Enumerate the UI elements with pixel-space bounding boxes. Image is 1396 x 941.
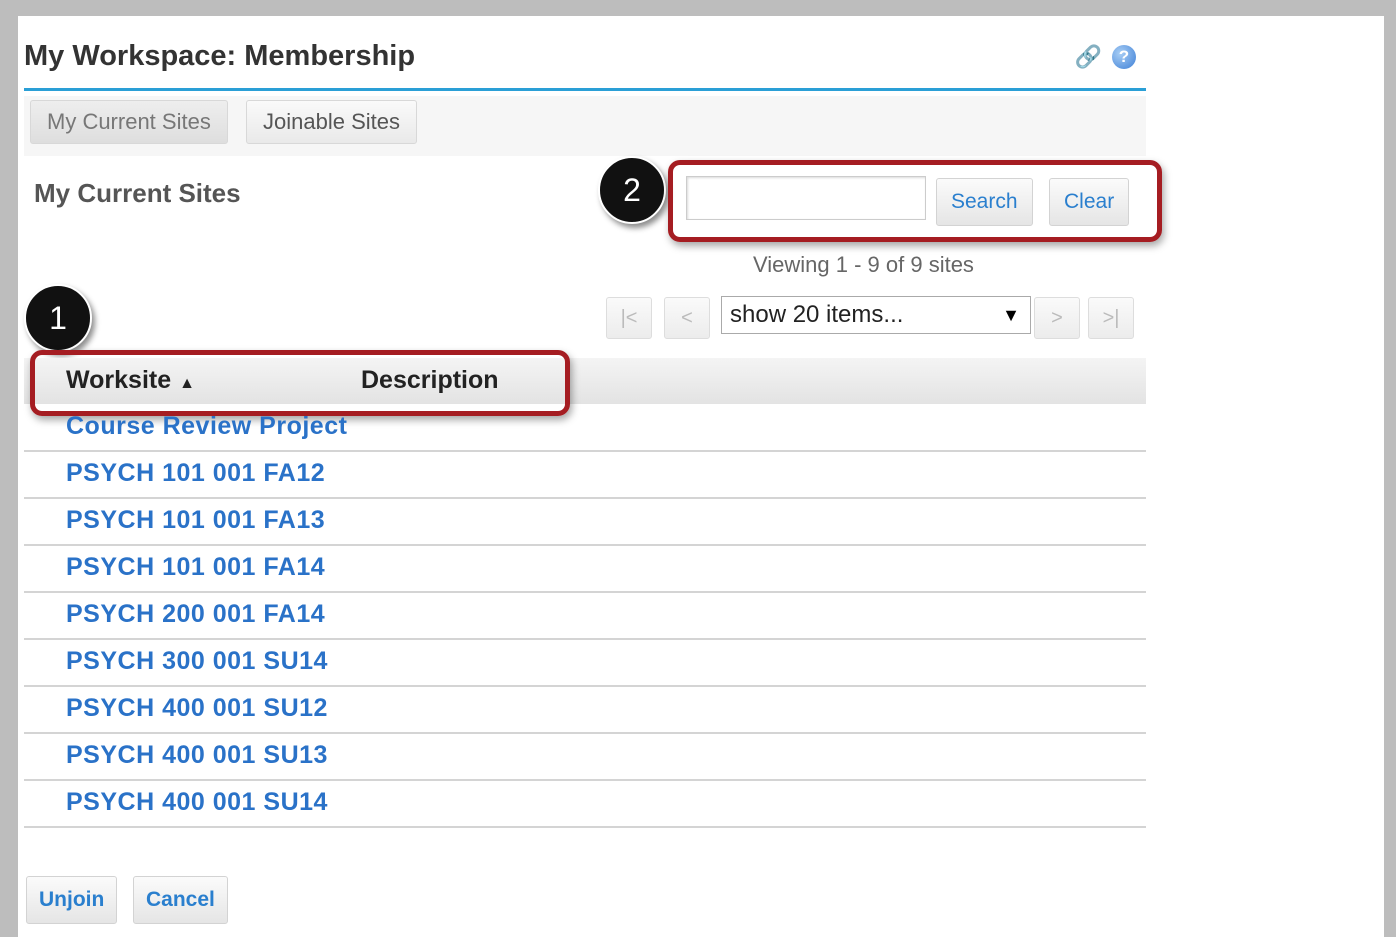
worksite-link[interactable]: PSYCH 400 001 SU14 — [66, 788, 328, 817]
table-row: PSYCH 101 001 FA14 — [24, 545, 1146, 593]
table-row: PSYCH 300 001 SU14 — [24, 639, 1146, 687]
tab-joinable-sites[interactable]: Joinable Sites — [246, 100, 417, 144]
table-row: PSYCH 400 001 SU13 — [24, 733, 1146, 781]
last-page-button[interactable]: >| — [1088, 297, 1134, 339]
table-row: PSYCH 400 001 SU14 — [24, 780, 1146, 828]
worksite-link[interactable]: PSYCH 101 001 FA14 — [66, 553, 325, 582]
title-icons: 🔗 ? — [1075, 44, 1136, 70]
section-title: My Current Sites — [34, 178, 241, 208]
page-size-value: show 20 items... — [730, 301, 904, 328]
membership-panel: My Workspace: Membership 🔗 ? My Current … — [18, 16, 1384, 941]
table-row: PSYCH 400 001 SU12 — [24, 686, 1146, 734]
table-row: Course Review Project — [24, 404, 1146, 452]
worksite-link[interactable]: PSYCH 400 001 SU12 — [66, 694, 328, 723]
viewing-count: Viewing 1 - 9 of 9 sites — [753, 252, 974, 277]
callout-badge-2: 2 — [598, 156, 666, 224]
worksite-link[interactable]: PSYCH 101 001 FA12 — [66, 459, 325, 488]
table-row: PSYCH 101 001 FA12 — [24, 451, 1146, 499]
link-icon[interactable]: 🔗 — [1075, 44, 1102, 70]
search-button[interactable]: Search — [936, 178, 1033, 226]
help-icon[interactable]: ? — [1112, 45, 1136, 69]
worksite-link[interactable]: PSYCH 101 001 FA13 — [66, 506, 325, 535]
tab-bar: My Current Sites Joinable Sites — [24, 96, 1146, 156]
dropdown-arrow-icon: ▼ — [1002, 305, 1020, 325]
tab-my-current-sites[interactable]: My Current Sites — [30, 100, 228, 144]
first-page-button[interactable]: |< — [606, 297, 652, 339]
worksite-link[interactable]: PSYCH 200 001 FA14 — [66, 600, 325, 629]
table-row: PSYCH 200 001 FA14 — [24, 592, 1146, 640]
worksite-link[interactable]: PSYCH 300 001 SU14 — [66, 647, 328, 676]
prev-page-button[interactable]: < — [664, 297, 710, 339]
page-size-select[interactable]: show 20 items... ▼ — [721, 296, 1031, 334]
next-page-button[interactable]: > — [1034, 297, 1080, 339]
worksite-link[interactable]: PSYCH 400 001 SU13 — [66, 741, 328, 770]
callout-badge-1: 1 — [24, 284, 92, 352]
title-bar: My Workspace: Membership 🔗 ? — [24, 38, 1146, 91]
cancel-button[interactable]: Cancel — [133, 876, 228, 924]
worksite-link[interactable]: Course Review Project — [66, 412, 347, 441]
page-title: My Workspace: Membership — [24, 40, 416, 72]
clear-button[interactable]: Clear — [1049, 178, 1130, 226]
search-input[interactable] — [686, 176, 926, 220]
unjoin-button[interactable]: Unjoin — [26, 876, 118, 924]
table-row: PSYCH 101 001 FA13 — [24, 498, 1146, 546]
